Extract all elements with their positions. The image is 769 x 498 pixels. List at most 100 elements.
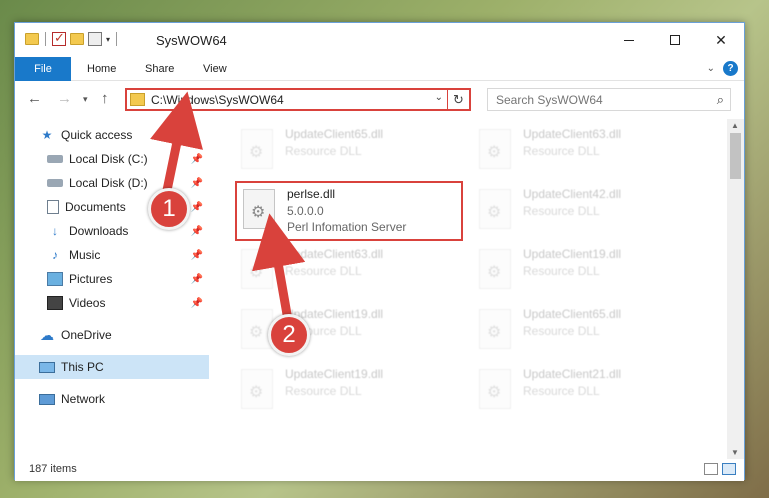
navigation-pane: ★ Quick access Local Disk (C:) 📌 Local D…	[15, 119, 209, 459]
title-bar: ▾ SysWOW64 ✕	[15, 23, 744, 57]
file-name: UpdateClient19.dll	[523, 247, 622, 261]
file-name: UpdateClient65.dll	[285, 127, 384, 141]
file-item[interactable]: UpdateClient65.dll Resource DLL	[235, 123, 465, 179]
file-name: UpdateClient63.dll	[285, 247, 384, 261]
step-2-badge: 2	[268, 314, 310, 356]
tab-home[interactable]: Home	[73, 57, 130, 81]
address-path[interactable]: C:\Windows\SysWOW64	[151, 93, 284, 107]
file-item[interactable]: UpdateClient19.dll Resource DLL	[473, 243, 703, 299]
file-name: UpdateClient42.dll	[523, 187, 622, 201]
pin-icon[interactable]: 📌	[191, 274, 203, 285]
cloud-icon: ☁	[40, 326, 54, 343]
download-icon: ↓	[52, 224, 58, 238]
toolbar-separator	[116, 32, 118, 46]
file-name: UpdateClient21.dll	[523, 367, 622, 381]
scrollbar-thumb[interactable]	[730, 133, 741, 179]
refresh-icon[interactable]: ↻	[447, 90, 469, 109]
search-icon[interactable]: ⌕	[717, 92, 724, 108]
file-type: Resource DLL	[523, 384, 600, 398]
sidebar-item-this-pc[interactable]: This PC	[15, 355, 209, 379]
file-type: Resource DLL	[285, 384, 362, 398]
search-box[interactable]: ⌕	[487, 88, 731, 111]
file-item[interactable]: UpdateClient21.dll Resource DLL	[473, 363, 703, 419]
tab-view[interactable]: View	[189, 57, 241, 81]
minimize-button[interactable]	[606, 23, 652, 57]
toolbar-separator	[45, 32, 46, 46]
file-type: Resource DLL	[523, 144, 600, 158]
sidebar-item-label: Local Disk (C:)	[69, 152, 148, 166]
properties-icon[interactable]	[88, 32, 102, 46]
sidebar-item-label: Downloads	[69, 224, 129, 238]
up-arrow-icon[interactable]: ↑	[101, 90, 109, 107]
customize-toolbar-chevron-icon[interactable]: ▾	[106, 35, 110, 44]
forward-arrow-icon[interactable]: →	[57, 90, 72, 107]
file-item[interactable]: UpdateClient42.dll Resource DLL	[473, 183, 703, 239]
document-icon	[47, 200, 59, 214]
new-folder-icon[interactable]	[70, 33, 84, 45]
ribbon: File Home Share View ⌄ ?	[15, 57, 744, 81]
close-button[interactable]: ✕	[698, 23, 744, 57]
sidebar-item-videos[interactable]: Videos 📌	[47, 291, 209, 315]
sidebar-item-local-disk-d[interactable]: Local Disk (D:) 📌	[47, 171, 209, 195]
dll-file-icon	[241, 369, 273, 409]
computer-icon	[39, 361, 55, 373]
disk-icon	[47, 155, 63, 163]
details-view-icon[interactable]	[704, 463, 718, 475]
file-item[interactable]: UpdateClient65.dll Resource DLL	[473, 303, 703, 359]
file-type: Resource DLL	[523, 264, 600, 278]
sidebar-item-pictures[interactable]: Pictures 📌	[47, 267, 209, 291]
maximize-button[interactable]	[652, 23, 698, 57]
sidebar-item-label: OneDrive	[61, 328, 112, 342]
ribbon-right-controls: ⌄ ?	[707, 61, 738, 76]
item-count: 187 items	[29, 463, 77, 475]
sidebar-item-quick-access[interactable]: ★ Quick access	[39, 123, 209, 147]
view-toggle	[704, 463, 736, 475]
file-item[interactable]: UpdateClient63.dll Resource DLL	[473, 123, 703, 179]
status-bar: 187 items	[15, 459, 744, 481]
scroll-down-icon[interactable]: ▼	[731, 448, 739, 457]
tiles-view-icon[interactable]	[722, 463, 736, 475]
file-item[interactable]: UpdateClient63.dll Resource DLL	[235, 243, 465, 299]
step-1-badge: 1	[148, 188, 190, 230]
pin-icon[interactable]: 📌	[191, 202, 203, 213]
sidebar-item-onedrive[interactable]: ☁ OneDrive	[39, 323, 209, 347]
address-bar[interactable]: C:\Windows\SysWOW64 ⌄ ↻	[125, 88, 471, 111]
navigation-bar: ← → ▾ ↑ C:\Windows\SysWOW64 ⌄ ↻ ⌕	[15, 81, 744, 117]
pictures-icon	[47, 272, 63, 286]
recent-locations-chevron-icon[interactable]: ▾	[83, 94, 88, 105]
sidebar-item-music[interactable]: ♪ Music 📌	[47, 243, 209, 267]
file-name: UpdateClient63.dll	[523, 127, 622, 141]
star-icon: ★	[41, 128, 53, 142]
pin-icon[interactable]: 📌	[191, 154, 203, 165]
scroll-up-icon[interactable]: ▲	[731, 121, 739, 130]
file-name: UpdateClient19.dll	[285, 367, 384, 381]
file-type: Resource DLL	[523, 204, 600, 218]
window-controls: ✕	[606, 23, 744, 57]
address-dropdown-chevron-icon[interactable]: ⌄	[435, 92, 443, 103]
explorer-window: ▾ SysWOW64 ✕ File Home Share View ⌄ ? ← …	[14, 22, 745, 481]
back-arrow-icon[interactable]: ←	[27, 90, 42, 107]
tab-share[interactable]: Share	[131, 57, 188, 81]
file-item-perlse-dll[interactable]: perlse.dll 5.0.0.0 Perl Infomation Serve…	[235, 181, 463, 241]
sidebar-item-label: Pictures	[69, 272, 113, 286]
dll-file-icon	[479, 129, 511, 169]
pin-icon[interactable]: 📌	[191, 250, 203, 261]
tab-file[interactable]: File	[15, 57, 71, 81]
properties-check-icon[interactable]	[52, 30, 66, 46]
sidebar-item-local-disk-c[interactable]: Local Disk (C:) 📌	[47, 147, 209, 171]
vertical-scrollbar[interactable]: ▲ ▼	[727, 119, 744, 459]
search-input[interactable]	[488, 89, 698, 110]
window-title: SysWOW64	[156, 33, 227, 48]
videos-icon	[47, 296, 63, 310]
sidebar-item-network[interactable]: Network	[39, 387, 209, 411]
pin-icon[interactable]: 📌	[191, 178, 203, 189]
help-icon[interactable]: ?	[723, 61, 738, 76]
pin-icon[interactable]: 📌	[191, 298, 203, 309]
pin-icon[interactable]: 📌	[191, 226, 203, 237]
sidebar-item-label: Quick access	[61, 128, 133, 142]
expand-ribbon-chevron-icon[interactable]: ⌄	[707, 63, 715, 74]
folder-icon	[25, 33, 39, 45]
file-list: UpdateClient65.dll Resource DLL UpdateCl…	[211, 119, 727, 459]
file-item[interactable]: UpdateClient19.dll Resource DLL	[235, 363, 465, 419]
quick-access-toolbar: ▾	[25, 30, 119, 46]
